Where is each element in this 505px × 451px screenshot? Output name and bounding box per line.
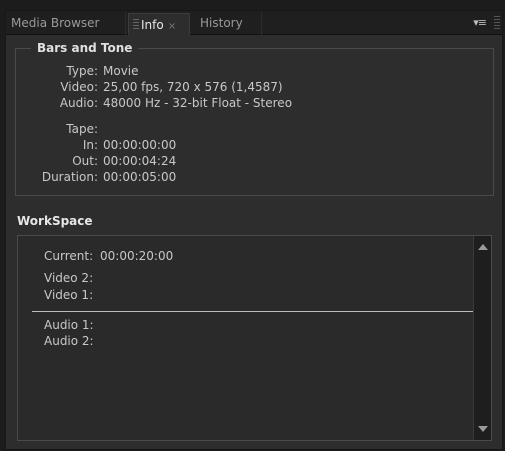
audio-1-track: Audio 1: [44, 318, 94, 332]
workspace-title: WorkSpace [17, 214, 93, 228]
out-value: 00:00:04:24 [103, 154, 177, 168]
tape-label: Tape: [66, 122, 98, 136]
tab-info-label: Info [141, 18, 164, 32]
tab-media-browser-label: Media Browser [11, 16, 100, 30]
tab-history[interactable]: History [192, 11, 262, 35]
drag-grip-icon[interactable] [133, 19, 139, 30]
audio-2-track: Audio 2: [44, 334, 94, 348]
close-icon[interactable]: × [168, 21, 176, 32]
video-label: Video: [60, 80, 98, 94]
in-label: In: [82, 138, 98, 152]
audio-label: Audio: [59, 96, 98, 110]
out-label: Out: [72, 154, 98, 168]
current-value: 00:00:20:00 [100, 249, 174, 263]
panel-grip-icon[interactable] [494, 16, 500, 30]
track-divider [32, 311, 474, 312]
video-1-track: Video 1: [44, 288, 94, 302]
workspace-list: Current: 00:00:20:00 Video 2: Video 1: A… [17, 235, 492, 441]
video-value: 25,00 fps, 720 x 576 (1,4587) [103, 80, 283, 94]
video-2-track: Video 2: [44, 271, 94, 285]
clip-name: Bars and Tone [31, 41, 139, 55]
workspace-scrollbar[interactable] [473, 236, 491, 440]
current-label: Current: [44, 249, 94, 263]
type-label: Type: [66, 64, 98, 78]
info-panel: Media Browser Info × History ▾≡ Bars and … [5, 10, 503, 450]
duration-value: 00:00:05:00 [103, 170, 177, 184]
tab-media-browser[interactable]: Media Browser [8, 11, 126, 35]
scroll-down-icon[interactable] [478, 426, 488, 432]
tab-info[interactable]: Info × [128, 13, 190, 35]
panel-menu-icon[interactable]: ▾≡ [473, 16, 487, 29]
panel-tab-bar: Media Browser Info × History ▾≡ [6, 11, 502, 35]
in-value: 00:00:00:00 [103, 138, 177, 152]
scroll-up-icon[interactable] [478, 244, 488, 250]
tab-history-label: History [200, 16, 243, 30]
type-value: Movie [103, 64, 139, 78]
duration-label: Duration: [41, 170, 98, 184]
audio-value: 48000 Hz - 32-bit Float - Stereo [103, 96, 293, 110]
